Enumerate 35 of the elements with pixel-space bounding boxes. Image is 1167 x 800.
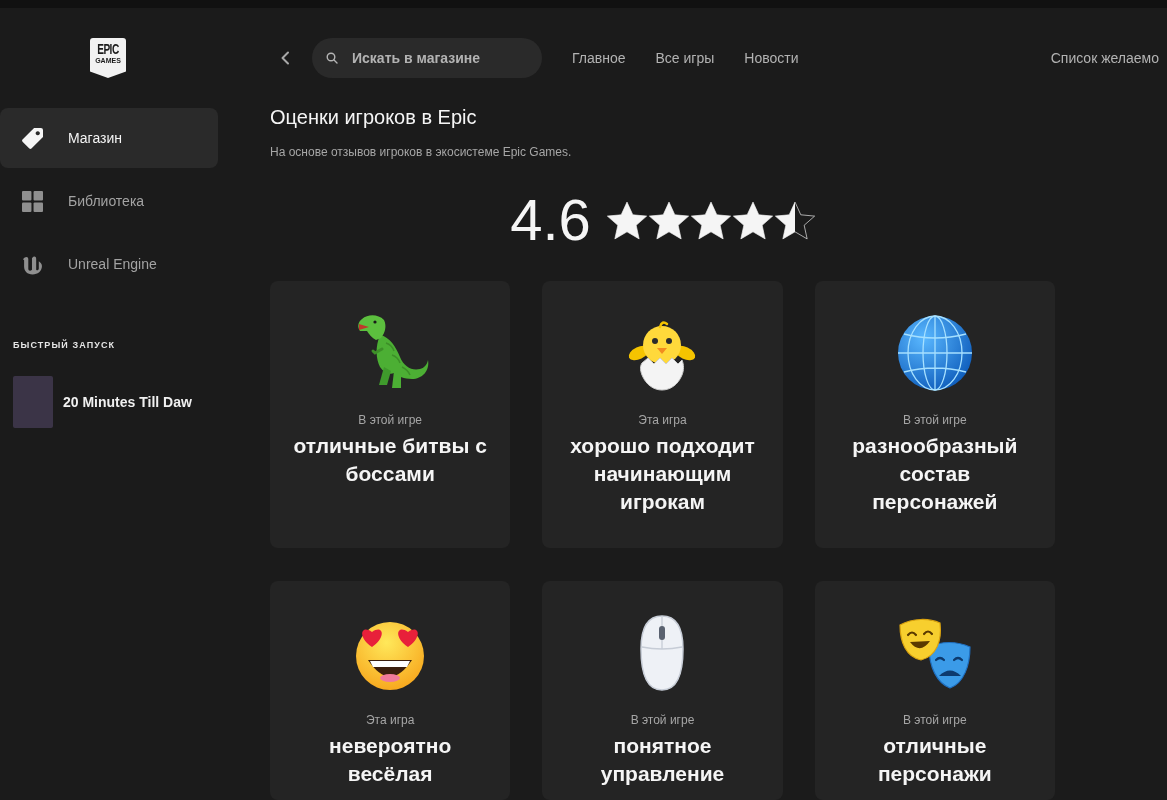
sidebar-item[interactable]: Unreal Engine — [0, 234, 218, 294]
card-title: понятное управление — [599, 733, 726, 787]
back-chevron-icon[interactable] — [280, 51, 290, 65]
section-heading: БЫСТРЫЙ ЗАПУСК — [12, 339, 117, 351]
star-icon — [648, 200, 689, 240]
game-cover-placeholder — [13, 376, 53, 428]
nav-link[interactable]: Все игры — [655, 47, 715, 69]
search-icon — [326, 52, 338, 64]
star-icon — [606, 200, 647, 240]
sidebar-item[interactable]: Магазин — [0, 108, 218, 168]
card-title: хорошо подходит начинающим игрокам — [569, 433, 756, 515]
nav-link[interactable]: Главное — [572, 47, 626, 69]
quick-launch-item[interactable]: 20 Minutes Till Daw — [0, 376, 232, 428]
card-label: В этой игре — [358, 412, 422, 428]
star-icon — [774, 200, 815, 240]
card-title: разнообразный состав персонажей — [851, 433, 1019, 515]
card-title: невероятно весёлая — [328, 733, 453, 787]
star-icon — [732, 200, 773, 240]
card-label: Эта игра — [365, 712, 415, 728]
card-label: В этой игре — [902, 712, 967, 728]
nav-link[interactable]: Новости — [744, 47, 799, 69]
page-subtitle: На основе отзывов игроков в экосистеме Epic Games. — [270, 144, 573, 160]
search-field[interactable]: Искать в магазине — [312, 38, 542, 78]
rating-score: 4.6 — [510, 190, 591, 250]
page-title: Оценки игроков в Epic — [270, 105, 478, 130]
card-label: Эта игра — [638, 412, 687, 428]
nav-link[interactable]: Список желаемо — [1050, 47, 1167, 69]
card-title: отличные битвы с боссами — [292, 433, 488, 487]
tag-icon — [22, 127, 43, 149]
card-label: В этой игре — [902, 412, 967, 428]
card-title: отличные персонажи — [876, 733, 993, 787]
grid-icon — [22, 190, 43, 212]
card-label: В этой игре — [630, 712, 695, 728]
star-icon — [690, 200, 731, 240]
sidebar-item[interactable]: Библиотека — [0, 171, 218, 231]
